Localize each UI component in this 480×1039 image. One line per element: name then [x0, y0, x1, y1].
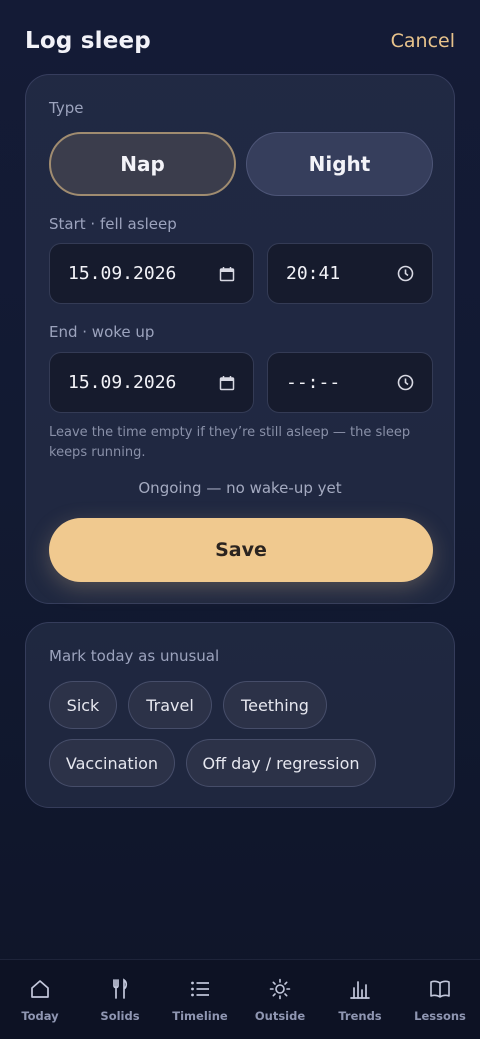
book-icon: [430, 980, 450, 998]
save-button[interactable]: Save: [49, 518, 433, 582]
nav-item-timeline[interactable]: Timeline: [160, 960, 240, 1039]
nav-label-outside: Outside: [254, 1009, 306, 1023]
calendar-icon[interactable]: [219, 266, 235, 282]
end-date-field[interactable]: 15.09.2026: [49, 352, 254, 413]
nav-item-today[interactable]: Today: [0, 960, 80, 1039]
nav-item-trends[interactable]: Trends: [320, 960, 400, 1039]
log-sleep-form: Type Nap Night Start · fell asleep 15.09…: [25, 74, 455, 604]
end-time-hint: Leave the time empty if they’re still as…: [49, 425, 411, 460]
chip-vaccination[interactable]: Vaccination: [49, 739, 175, 787]
unusual-label: Mark today as unusual: [49, 647, 220, 665]
start-date-value: 15.09.2026: [68, 263, 177, 284]
nav-label-today: Today: [21, 1009, 59, 1023]
ongoing-status: Ongoing — no wake-up yet: [138, 479, 342, 497]
chip-sick[interactable]: Sick: [49, 681, 117, 729]
nav-label-timeline: Timeline: [172, 1009, 228, 1023]
page-title: Log sleep: [25, 28, 151, 54]
chip-off-day-regression[interactable]: Off day / regression: [186, 739, 376, 787]
type-nap-button[interactable]: Nap: [49, 132, 236, 196]
unusual-day-card: Mark today as unusual Sick Travel Teethi…: [25, 622, 455, 808]
bottom-nav: Today Solids Timeline Outside Trends Les…: [0, 959, 480, 1039]
chart-icon: [350, 981, 370, 999]
chip-teething[interactable]: Teething: [223, 681, 327, 729]
utensils-icon: [113, 978, 128, 999]
nav-item-solids[interactable]: Solids: [80, 960, 160, 1039]
start-label: Start · fell asleep: [49, 215, 177, 233]
start-time-value: 20:41: [286, 263, 341, 284]
calendar-icon[interactable]: [219, 375, 235, 391]
end-date-value: 15.09.2026: [68, 372, 177, 393]
header: Log sleep Cancel: [25, 24, 455, 58]
list-icon: [191, 981, 209, 997]
home-icon: [31, 980, 49, 998]
clock-icon[interactable]: [397, 265, 414, 282]
type-label: Type: [49, 99, 84, 117]
end-time-value: --:--: [286, 372, 341, 393]
end-time-field[interactable]: --:--: [267, 352, 433, 413]
nav-label-lessons: Lessons: [414, 1009, 466, 1023]
sun-icon: [269, 978, 291, 1000]
type-night-button[interactable]: Night: [246, 132, 433, 196]
start-time-field[interactable]: 20:41: [267, 243, 433, 304]
cancel-button[interactable]: Cancel: [391, 30, 455, 52]
clock-icon[interactable]: [397, 374, 414, 391]
nav-item-lessons[interactable]: Lessons: [400, 960, 480, 1039]
nav-item-outside[interactable]: Outside: [240, 960, 320, 1039]
end-label: End · woke up: [49, 323, 155, 341]
start-date-field[interactable]: 15.09.2026: [49, 243, 254, 304]
nav-label-trends: Trends: [338, 1009, 382, 1023]
nav-label-solids: Solids: [100, 1009, 140, 1023]
chip-travel[interactable]: Travel: [128, 681, 212, 729]
